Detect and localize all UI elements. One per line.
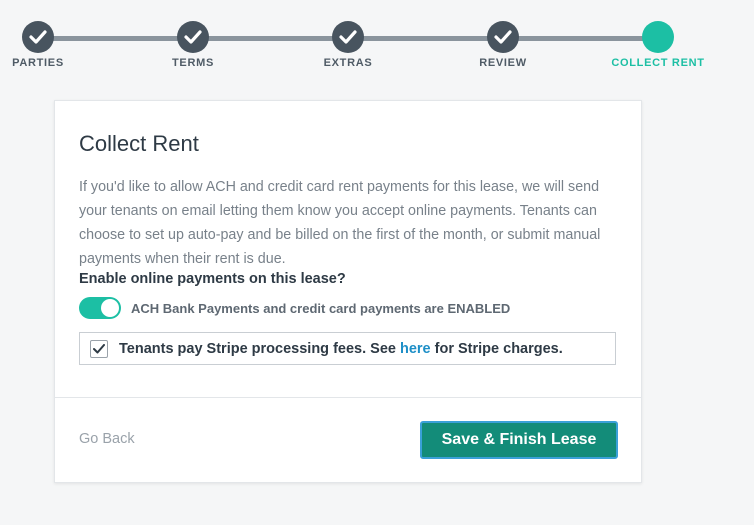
toggle-status-label: ACH Bank Payments and credit card paymen… bbox=[131, 300, 511, 316]
step-label: REVIEW bbox=[479, 57, 527, 69]
step-parties[interactable]: PARTIES bbox=[0, 21, 98, 69]
stripe-fees-option: Tenants pay Stripe processing fees. See … bbox=[79, 332, 616, 365]
description-text: If you'd like to allow ACH and credit ca… bbox=[79, 179, 601, 267]
stripe-fees-text-end: for Stripe charges. bbox=[430, 340, 563, 357]
stripe-fees-checkbox[interactable] bbox=[90, 339, 108, 358]
save-finish-lease-button[interactable]: Save & Finish Lease bbox=[420, 421, 618, 459]
online-payments-toggle[interactable] bbox=[79, 297, 121, 319]
step-label: COLLECT RENT bbox=[611, 57, 705, 69]
check-icon bbox=[332, 21, 364, 53]
step-extras[interactable]: EXTRAS bbox=[288, 21, 408, 69]
page-title: Collect Rent bbox=[79, 131, 199, 156]
active-step-dot bbox=[642, 21, 674, 53]
step-collect-rent: COLLECT RENT bbox=[598, 21, 718, 69]
check-icon bbox=[487, 21, 519, 53]
check-icon bbox=[177, 21, 209, 53]
stripe-charges-link[interactable]: here bbox=[400, 341, 431, 357]
check-icon bbox=[22, 21, 54, 53]
step-label: EXTRAS bbox=[323, 57, 373, 69]
step-label: TERMS bbox=[172, 57, 214, 69]
step-label: PARTIES bbox=[12, 57, 64, 69]
step-terms[interactable]: TERMS bbox=[133, 21, 253, 69]
stripe-fees-label: Tenants pay Stripe processing fees. See … bbox=[119, 341, 563, 357]
step-review[interactable]: REVIEW bbox=[443, 21, 563, 69]
collect-rent-card: Collect Rent If you'd like to allow ACH … bbox=[54, 100, 642, 483]
checkmark-icon bbox=[93, 343, 105, 353]
payments-toggle-row: ACH Bank Payments and credit card paymen… bbox=[79, 297, 510, 319]
go-back-link[interactable]: Go Back bbox=[79, 431, 135, 447]
online-payments-question: Enable online payments on this lease? bbox=[79, 271, 346, 287]
toggle-knob bbox=[101, 299, 119, 317]
footer-divider bbox=[55, 397, 641, 398]
progress-stepper: PARTIES TERMS EXTRAS REVIEW COLLECT RENT bbox=[0, 0, 754, 80]
stripe-fees-text-start: Tenants pay Stripe processing fees. See bbox=[119, 340, 400, 357]
